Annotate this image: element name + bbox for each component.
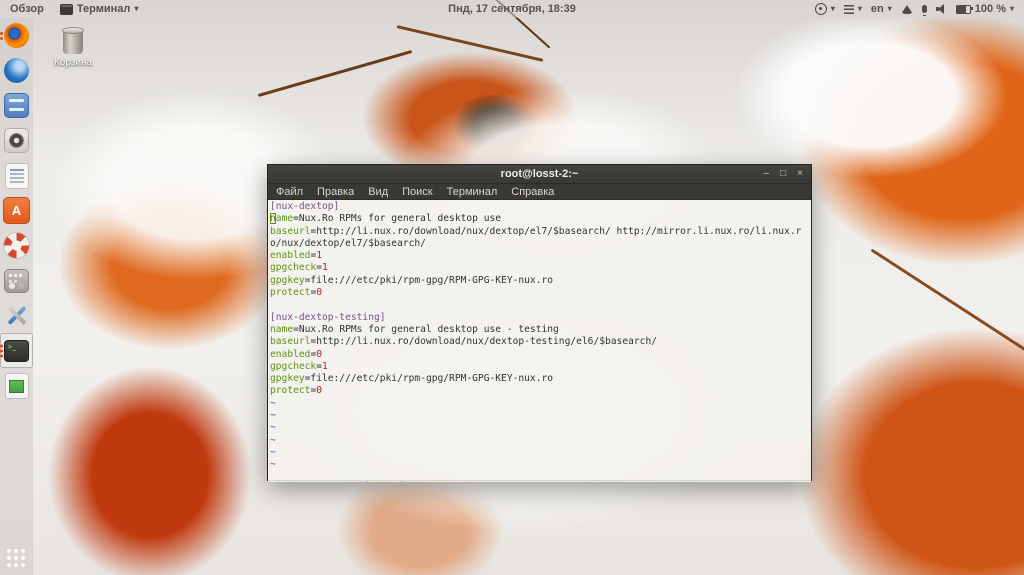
ubuntu-software-icon [3, 197, 30, 224]
maximize-button[interactable]: □ [780, 165, 786, 183]
files-nautilus-icon [4, 93, 29, 118]
microphone-icon [921, 5, 927, 16]
menu-Поиск[interactable]: Поиск [402, 186, 432, 198]
terminal-mini-icon [59, 3, 73, 15]
wifi-icon [900, 4, 913, 14]
clock[interactable]: Пнд, 17 сентября, 18:39 [448, 3, 576, 15]
terminal-line: [nux-dextop-testing] [270, 311, 386, 323]
show-applications-button[interactable] [0, 546, 33, 572]
battery-percent-label: 100 % [974, 3, 1006, 15]
window-controls: – □ × [764, 165, 811, 183]
terminal-line: enabled=1 [270, 250, 322, 262]
app-menu-terminal[interactable]: Терминал ▾ [59, 3, 139, 15]
dock-item-thunderbird-mail[interactable] [0, 53, 33, 88]
terminal-line: ~ [270, 422, 276, 434]
dock-item-files-nautilus[interactable] [0, 88, 33, 123]
dock [0, 18, 33, 575]
terminal-line: gpgcheck=1 [270, 262, 328, 274]
terminal-line: name=Nux.Ro RPMs for general desktop use… [270, 323, 559, 335]
terminal-line: ~ [270, 446, 276, 458]
dock-item-ubuntu-software[interactable] [0, 193, 33, 228]
dock-item-firefox-browser[interactable] [0, 18, 33, 53]
dock-item-utilities-drawer[interactable] [0, 263, 33, 298]
system-tools-icon [4, 303, 29, 328]
accessibility-icon [814, 3, 827, 15]
menu-Терминал[interactable]: Терминал [447, 186, 498, 198]
terminal-line: [nux-dextop] [270, 201, 340, 212]
dock-item-terminal[interactable] [0, 333, 33, 368]
terminal-line: baseurl=http://li.nux.ro/download/nux/de… [270, 225, 802, 237]
terminal-line: enabled=0 [270, 348, 322, 360]
accessibility-menu[interactable]: ▾ [814, 3, 835, 15]
terminal-line: name=Nux.Ro RPMs for general desktop use [270, 213, 502, 225]
terminal-line: o/nux/dextop/el7/$basearch/ [270, 237, 426, 249]
app-menu-label: Терминал [76, 3, 131, 15]
dock-item-libreoffice-calc[interactable] [0, 368, 33, 403]
terminal-line: protect=0 [270, 287, 322, 299]
menu-bar: Файл Правка Вид Поиск Терминал Справка [268, 184, 811, 200]
terminal-window: root@losst-2:~ – □ × Файл Правка Вид Поиск Т… [267, 164, 812, 482]
network-menu[interactable] [900, 4, 913, 14]
status-filename: "/etc/yum.repos.d/nux-dextop.repo" 15L, … [270, 481, 524, 482]
terminal-line: gpgkey=file:///etc/pki/rpm-gpg/RPM-GPG-K… [270, 274, 554, 286]
volume-menu[interactable] [935, 4, 947, 14]
close-button[interactable]: × [797, 165, 803, 183]
terminal-line: baseurl=http://li.nux.ro/download/nux/de… [270, 336, 657, 348]
window-title: root@losst-2:~ [500, 168, 579, 180]
utilities-drawer-icon [4, 268, 29, 293]
trash-label: Корзина [53, 57, 93, 68]
menu-Файл[interactable]: Файл [276, 186, 303, 198]
terminal-line: protect=0 [270, 385, 322, 397]
menu-Справка[interactable]: Справка [511, 186, 554, 198]
menu-lines-icon [843, 4, 854, 14]
chevron-down-icon: ▾ [857, 4, 862, 13]
keyboard-layout-label: en [870, 3, 884, 15]
rhythmbox-music-icon [4, 128, 29, 153]
keyboard-layout-menu[interactable]: en ▾ [871, 3, 892, 15]
branch-decoration [257, 50, 413, 97]
terminal-icon [4, 339, 29, 362]
terminal-line: ~ [270, 397, 276, 409]
terminal-content[interactable]: [nux-dextop] name=Nux.Ro RPMs for general… [268, 200, 811, 482]
dock-item-help-viewer[interactable] [0, 228, 33, 263]
thunderbird-mail-icon [4, 58, 29, 83]
chevron-down-icon: ▾ [1009, 4, 1014, 13]
firefox-browser-icon [4, 23, 29, 48]
libreoffice-calc-icon [4, 372, 29, 399]
activities-button[interactable]: Обзор [10, 3, 44, 15]
terminal-buffer: [nux-dextop] name=Nux.Ro RPMs for general… [270, 201, 811, 472]
terminal-line: gpgkey=file:///etc/pki/rpm-gpg/RPM-GPG-K… [270, 373, 554, 385]
help-viewer-icon [3, 232, 30, 259]
branch-decoration [396, 25, 544, 62]
trash-icon [62, 27, 84, 54]
chevron-down-icon: ▾ [830, 4, 835, 13]
dock-item-system-tools[interactable] [0, 298, 33, 333]
top-bar: Обзор Терминал ▾ Пнд, 17 сентября, 18:39… [0, 0, 1024, 18]
branch-decoration [870, 248, 1024, 355]
trash-desktop-icon[interactable]: Корзина [52, 27, 94, 68]
activities-label: Обзор [10, 3, 44, 15]
dock-item-rhythmbox-music[interactable] [0, 123, 33, 158]
chevron-down-icon: ▾ [134, 4, 139, 13]
chevron-down-icon: ▾ [887, 4, 892, 13]
dock-item-libreoffice-writer[interactable] [0, 158, 33, 193]
terminal-line: gpgcheck=1 [270, 360, 328, 372]
menu-Вид[interactable]: Вид [368, 186, 388, 198]
terminal-line: ~ [270, 410, 276, 422]
power-menu[interactable]: 100 % ▾ [955, 3, 1014, 15]
minimize-button[interactable]: – [764, 165, 770, 183]
speaker-icon [935, 4, 947, 14]
input-sources-menu[interactable]: ▾ [843, 4, 862, 14]
vim-status-line: "/etc/yum.repos.d/nux-dextop.repo" 15L, … [268, 469, 811, 482]
microphone-indicator[interactable] [921, 5, 927, 16]
desktop: Обзор Терминал ▾ Пнд, 17 сентября, 18:39… [0, 0, 1024, 575]
window-titlebar[interactable]: root@losst-2:~ – □ × [268, 165, 811, 184]
menu-Правка[interactable]: Правка [317, 186, 354, 198]
terminal-line: ~ [270, 434, 276, 446]
battery-icon [955, 4, 973, 14]
libreoffice-writer-icon [4, 162, 29, 189]
